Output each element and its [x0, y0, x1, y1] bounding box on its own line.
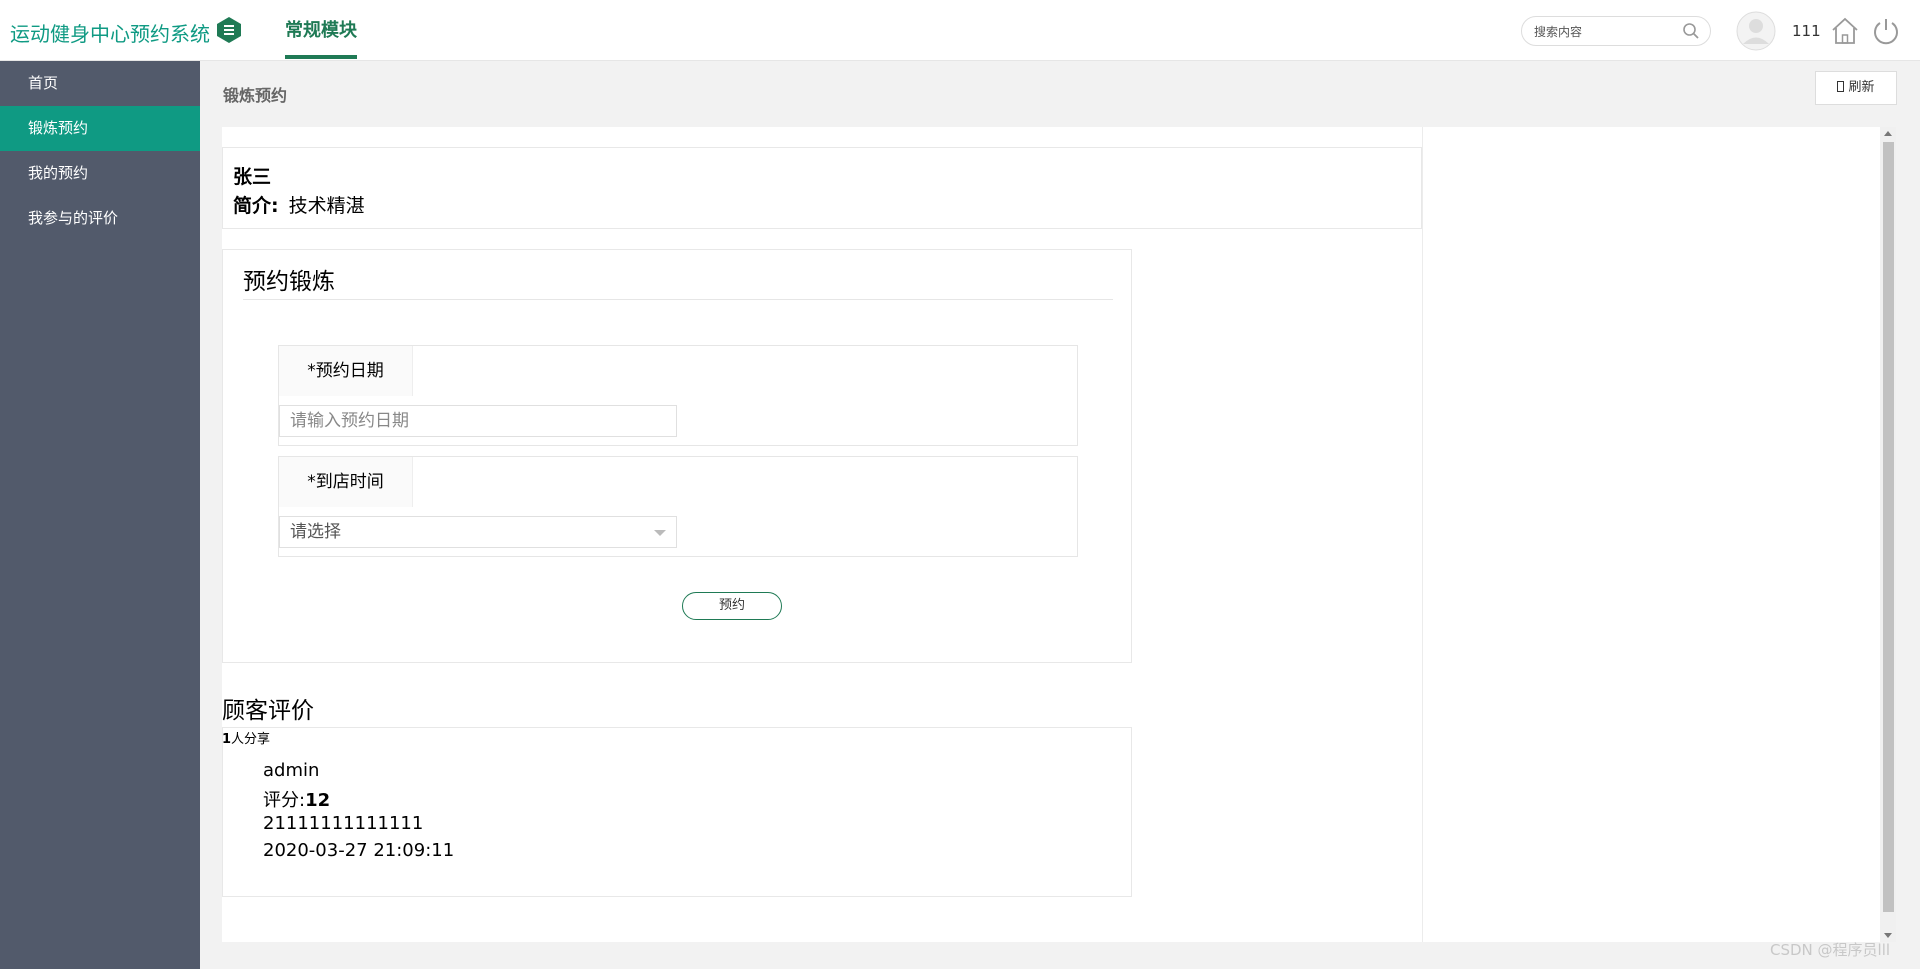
refresh-button[interactable]: 刷新: [1815, 71, 1897, 105]
username: 111: [1792, 22, 1821, 40]
refresh-label: 刷新: [1848, 80, 1875, 95]
search-input[interactable]: [1534, 22, 1684, 42]
vertical-scrollbar[interactable]: [1880, 127, 1896, 942]
logout-power-icon[interactable]: [1872, 17, 1900, 45]
scrollbar-thumb[interactable]: [1883, 142, 1894, 912]
search-icon[interactable]: [1682, 22, 1700, 40]
review-content: 21111111111111: [263, 813, 424, 834]
share-count-suffix: 人分享: [231, 732, 271, 747]
refresh-icon: [1837, 81, 1845, 92]
sidebar-item-my-bookings[interactable]: 我的预约: [0, 151, 200, 196]
tab-general-module[interactable]: 常规模块: [285, 0, 357, 61]
review-card: admin 评分:12 21111111111111 2020-03-27 21…: [222, 727, 1132, 897]
review-score-label: 评分:: [263, 790, 306, 811]
arrival-time-select[interactable]: 请选择: [279, 516, 677, 548]
booking-panel: 预约锻炼 *预约日期 *到店时间 请选择: [222, 249, 1132, 663]
share-count: 1人分享: [222, 728, 270, 747]
watermark: CSDN @程序员lll: [1770, 941, 1891, 959]
divider: [243, 299, 1113, 300]
time-field: *到店时间 请选择: [278, 456, 1078, 557]
content-divider: [1422, 127, 1423, 942]
review-score: 评分:12: [263, 786, 330, 812]
tab-active-indicator: [285, 55, 357, 59]
menu-toggle-icon[interactable]: [215, 16, 243, 44]
coach-intro-value: 技术精湛: [288, 195, 365, 217]
user-avatar[interactable]: [1736, 11, 1776, 51]
share-count-number: 1: [222, 732, 232, 747]
arrival-time-placeholder: 请选择: [290, 522, 341, 542]
coach-intro: 简介: 技术精湛: [233, 191, 365, 218]
review-time: 2020-03-27 21:09:11: [263, 840, 455, 861]
scroll-down-icon[interactable]: [1884, 933, 1892, 938]
home-icon[interactable]: [1830, 16, 1860, 46]
book-button[interactable]: 预约: [682, 592, 782, 620]
coach-card: 张三 简介: 技术精湛: [222, 147, 1422, 229]
sidebar: 首页 锻炼预约 我的预约 我参与的评价: [0, 61, 200, 969]
top-header: 运动健身中心预约系统 常规模块 111: [0, 0, 1920, 61]
sidebar-item-my-reviews[interactable]: 我参与的评价: [0, 196, 200, 241]
sidebar-item-exercise-booking[interactable]: 锻炼预约: [0, 106, 200, 151]
scroll-up-icon[interactable]: [1884, 131, 1892, 136]
chevron-down-icon: [654, 530, 666, 536]
page-title: 锻炼预约: [223, 86, 288, 105]
review-user: admin: [263, 760, 320, 781]
coach-name: 张三: [233, 166, 272, 188]
reviews-title: 顾客评价: [222, 698, 314, 724]
time-field-label: *到店时间: [279, 457, 413, 507]
date-field: *预约日期: [278, 345, 1078, 446]
coach-intro-label: 简介:: [233, 195, 279, 217]
review-score-value: 12: [305, 790, 331, 811]
search-box: [1521, 16, 1711, 46]
booking-date-input[interactable]: [279, 405, 677, 437]
app-title: 运动健身中心预约系统: [10, 22, 210, 46]
date-field-label: *预约日期: [279, 346, 413, 396]
booking-title: 预约锻炼: [243, 269, 335, 295]
sidebar-item-home[interactable]: 首页: [0, 61, 200, 106]
